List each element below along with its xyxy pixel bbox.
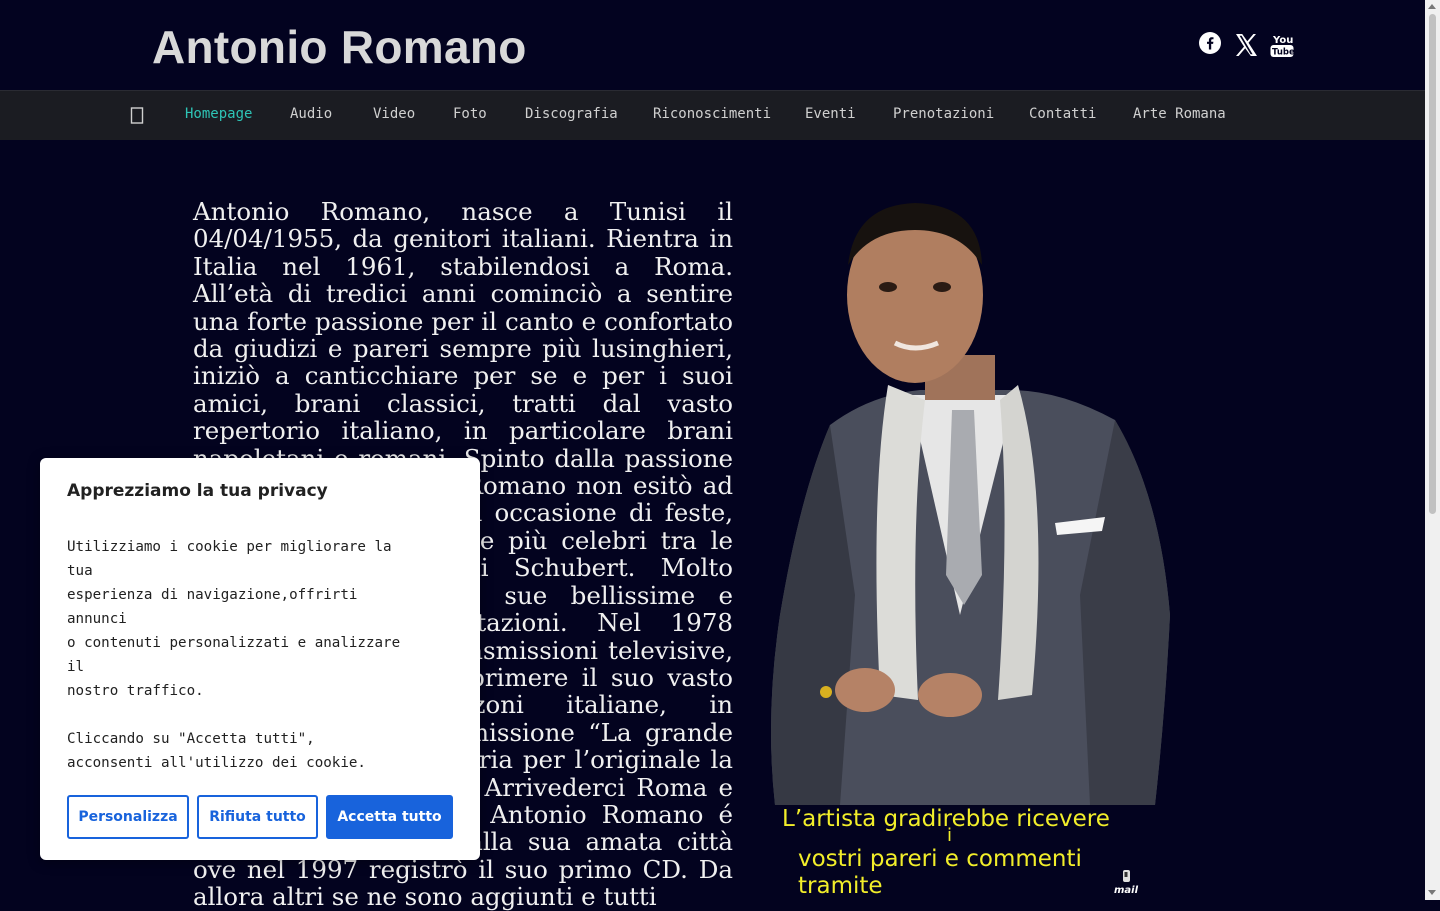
cookie-dialog-title: Apprezziamo la tua privacy <box>67 481 328 501</box>
nav-item-video[interactable]: Video <box>373 106 415 122</box>
x-icon[interactable] <box>1234 32 1258 58</box>
youtube-icon[interactable]: You Tube <box>1270 32 1294 58</box>
cookie-body-line: nostro traffico. <box>67 683 204 699</box>
site-header: Antonio Romano You Tube <box>0 0 1425 90</box>
scroll-up-arrow-icon[interactable] <box>1428 4 1436 9</box>
nav-item-discografia[interactable]: Discografia <box>525 106 618 122</box>
nav-item-homepage[interactable]: Homepage <box>185 106 252 122</box>
cookie-consent-dialog: Apprezziamo la tua privacy Utilizziamo i… <box>40 458 480 860</box>
nav-item-arte-romana[interactable]: Arte Romana <box>1133 106 1226 122</box>
nav-item-eventi[interactable]: Eventi <box>805 106 856 122</box>
cookie-body-line: o contenuti personalizzati e analizzare <box>67 635 401 651</box>
cookie-body-line: Utilizziamo i cookie per migliorare la <box>67 539 392 555</box>
youtube-icon-text-top: You <box>1272 35 1293 46</box>
cookie-body-line: acconsenti all'utilizzo dei cookie. <box>67 755 366 771</box>
cookie-body-line: annunci <box>67 611 127 627</box>
contact-text-line1b: i <box>947 825 953 846</box>
nav-item-riconoscimenti[interactable]: Riconoscimenti <box>653 106 771 122</box>
cookie-body-line: tua <box>67 563 93 579</box>
cookie-body-line: il <box>67 659 85 675</box>
site-title[interactable]: Antonio Romano <box>152 18 527 76</box>
accept-all-button[interactable]: Accetta tutto <box>326 795 453 839</box>
home-icon[interactable] <box>130 105 144 125</box>
youtube-icon-text-bottom: Tube <box>1272 48 1294 58</box>
main-navigation: Homepage Audio Video Foto Discografia Ri… <box>0 90 1425 140</box>
reject-all-button[interactable]: Rifiuta tutto <box>197 795 318 839</box>
cookie-body-line: esperienza di navigazione,offrirti <box>67 587 358 603</box>
nav-item-contatti[interactable]: Contatti <box>1029 106 1096 122</box>
contact-text-line2: vostri pareri e commenti <box>798 846 1082 872</box>
mail-icon[interactable]: mail <box>1113 868 1141 896</box>
scrollbar-thumb[interactable] <box>1429 14 1436 514</box>
scroll-down-arrow-icon[interactable] <box>1428 890 1436 895</box>
portrait-image <box>771 203 1170 805</box>
cookie-body-line: Cliccando su "Accetta tutti", <box>67 731 315 747</box>
cookie-dialog-body: Utilizziamo i cookie per migliorare la t… <box>67 535 467 775</box>
contact-text-line1: L’artista gradirebbe ricevere <box>782 806 1110 832</box>
cookie-body-paragraph-1: Utilizziamo i cookie per migliorare la t… <box>67 535 467 703</box>
cookie-body-paragraph-2: Cliccando su "Accetta tutti", acconsenti… <box>67 727 467 775</box>
page-scrollbar[interactable] <box>1425 0 1440 900</box>
customize-button[interactable]: Personalizza <box>67 795 189 839</box>
nav-item-audio[interactable]: Audio <box>290 106 332 122</box>
facebook-icon[interactable] <box>1199 32 1221 54</box>
contact-text-line3: tramite <box>798 873 883 899</box>
nav-item-foto[interactable]: Foto <box>453 106 487 122</box>
mail-icon-label: mail <box>1114 885 1139 896</box>
nav-item-prenotazioni[interactable]: Prenotazioni <box>893 106 994 122</box>
